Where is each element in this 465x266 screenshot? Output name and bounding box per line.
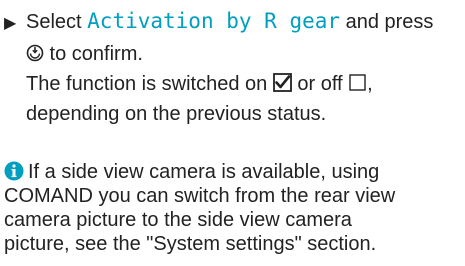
- instruction-step: ▶ Select Activation by R gear and press t…: [4, 6, 460, 129]
- info-line-4: picture, see the "System settings" secti…: [4, 232, 460, 256]
- info-text-line-4: picture, see the "System settings" secti…: [4, 233, 377, 255]
- info-line-1: If a side view camera is available, usin…: [4, 160, 460, 184]
- step-text-depending: depending on the previous status.: [26, 103, 327, 125]
- step-text-comma: ,: [367, 73, 373, 95]
- triangle-bullet-icon: ▶: [4, 15, 17, 32]
- step-line-3: The function is switched on or off ,: [4, 69, 460, 99]
- menu-item-activation-by-r-gear: Activation by R gear: [87, 9, 341, 33]
- step-text-or-off: or off: [291, 73, 349, 95]
- step-line-4: depending on the previous status.: [4, 99, 460, 129]
- info-text-line-2: COMAND you can switch from the rear view: [4, 185, 396, 207]
- step-line-2: to confirm.: [4, 39, 460, 69]
- info-text-line-1: If a side view camera is available, usin…: [28, 161, 380, 183]
- info-note: If a side view camera is available, usin…: [4, 160, 460, 256]
- manual-page: ▶ Select Activation by R gear and press t…: [0, 0, 465, 266]
- info-line-3: camera picture to the side view camera: [4, 208, 460, 232]
- checkbox-checked-icon: [272, 73, 292, 92]
- step-text-switched-on: The function is switched on: [26, 73, 273, 95]
- step-text-select: Select: [26, 11, 88, 33]
- step-text-and-press: and press: [340, 11, 434, 33]
- step-line-1: ▶ Select Activation by R gear and press: [4, 6, 460, 39]
- info-line-2: COMAND you can switch from the rear view: [4, 184, 460, 208]
- info-icon: [4, 161, 24, 181]
- controller-press-icon: [26, 44, 44, 62]
- info-text-line-3: camera picture to the side view camera: [4, 209, 352, 231]
- step-text-to-confirm: to confirm.: [44, 43, 143, 65]
- checkbox-unchecked-icon: [349, 74, 366, 91]
